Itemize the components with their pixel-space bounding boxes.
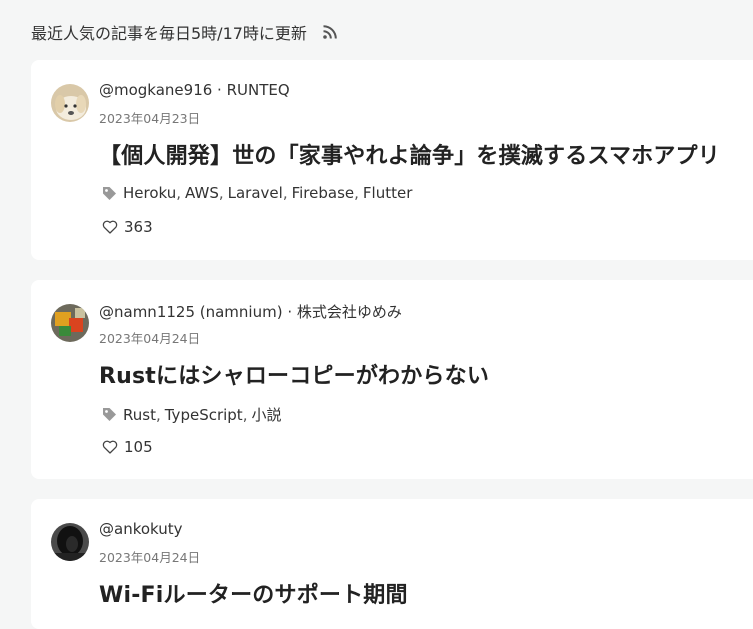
like-count[interactable]: 105	[102, 438, 153, 456]
article-date: 2023年04月24日	[99, 331, 201, 346]
user-avatar[interactable]	[51, 304, 89, 342]
tag-link[interactable]: AWS	[185, 184, 219, 202]
tag-separator: ,	[354, 184, 359, 202]
tag-link[interactable]: Laravel	[228, 184, 283, 202]
article-card: @mogkane916 · RUNTEQ 2023年04月23日 【個人開発】世…	[31, 60, 753, 260]
article-title[interactable]: Rustにはシャローコピーがわからない	[99, 358, 489, 390]
tag-link[interactable]: Rust	[123, 406, 156, 424]
feed-header: 最近人気の記事を毎日5時/17時に更新	[31, 18, 338, 46]
user-avatar[interactable]	[51, 84, 89, 122]
user-avatar[interactable]	[51, 523, 89, 561]
article-date: 2023年04月24日	[99, 550, 201, 565]
article-date: 2023年04月23日	[99, 111, 201, 126]
heart-icon	[102, 439, 118, 455]
tag-link[interactable]: TypeScript	[165, 406, 243, 424]
article-tags: Heroku, AWS, Laravel, Firebase, Flutter	[102, 184, 412, 202]
like-count-value: 105	[124, 438, 153, 456]
tag-link[interactable]: Firebase	[292, 184, 355, 202]
article-author[interactable]: @namn1125 (namnium) · 株式会社ゆめみ	[99, 301, 402, 322]
heart-icon	[102, 219, 118, 235]
like-count[interactable]: 363	[102, 218, 153, 236]
tag-separator: ,	[242, 405, 248, 424]
article-author[interactable]: @mogkane916 · RUNTEQ	[99, 81, 290, 99]
tag-link[interactable]: Flutter	[363, 184, 412, 202]
tag-separator: ,	[218, 184, 224, 202]
article-tags: Rust, TypeScript, 小説	[102, 404, 282, 425]
tag-separator: ,	[282, 184, 288, 202]
tag-link[interactable]: 小説	[251, 404, 281, 425]
article-card: @ankokuty 2023年04月24日 Wi-Fiルーターのサポート期間	[31, 499, 753, 629]
feed-header-text: 最近人気の記事を毎日5時/17時に更新	[31, 24, 307, 43]
tag-icon	[102, 407, 117, 422]
tag-separator: ,	[176, 184, 182, 202]
article-title[interactable]: 【個人開発】世の「家事やれよ論争」を撲滅するスマホアプリ	[99, 138, 720, 170]
tag-link[interactable]: Heroku	[123, 184, 176, 202]
article-card: @namn1125 (namnium) · 株式会社ゆめみ 2023年04月24…	[31, 280, 753, 479]
like-count-value: 363	[124, 218, 153, 236]
article-author[interactable]: @ankokuty	[99, 520, 183, 538]
tag-separator: ,	[155, 405, 161, 424]
article-title[interactable]: Wi-Fiルーターのサポート期間	[99, 577, 408, 609]
rss-icon[interactable]	[322, 24, 338, 40]
tag-icon	[102, 186, 117, 201]
